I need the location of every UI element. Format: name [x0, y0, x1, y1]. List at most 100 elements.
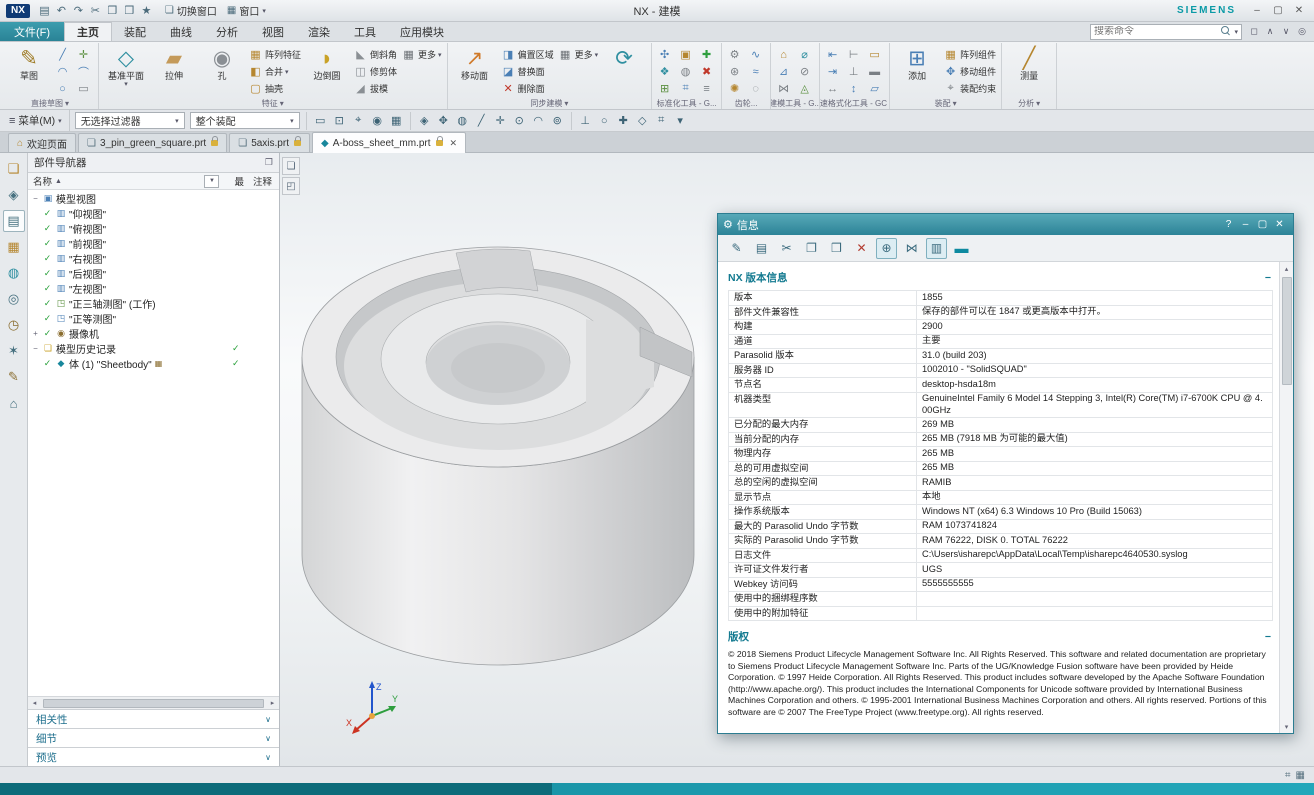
- ribbon-button-small[interactable]: ◫ 修剪体 ▾: [351, 63, 399, 80]
- hd3d-tools-icon[interactable]: ◍: [3, 262, 25, 284]
- tab-file[interactable]: 文件(F): [0, 22, 64, 41]
- history-icon[interactable]: ◷: [3, 314, 25, 336]
- collapse-section-icon[interactable]: ▬: [951, 238, 972, 259]
- selection-icon[interactable]: ✚: [614, 111, 633, 130]
- part-top-slot[interactable]: [456, 249, 538, 292]
- tree-expander[interactable]: +: [30, 329, 41, 338]
- ribbon-button-small[interactable]: ≡ ▾: [697, 80, 718, 97]
- minimize-button[interactable]: –: [1237, 219, 1254, 230]
- tree-checkmark[interactable]: ✓: [41, 358, 54, 369]
- tree-checkmark[interactable]: ✓: [41, 208, 54, 219]
- selection-icon[interactable]: ✛: [491, 111, 510, 130]
- tree-checkmark[interactable]: ✓: [41, 223, 54, 234]
- tree-row[interactable]: ✓ ▥ "右视图": [28, 251, 279, 266]
- model-3d-part[interactable]: [290, 225, 720, 685]
- ribbon-button-small[interactable]: ◬ ▾: [795, 80, 816, 97]
- selection-icon[interactable]: ⊡: [330, 111, 349, 130]
- ribbon-button-small[interactable]: ✣ ▾: [655, 46, 676, 63]
- selection-icon[interactable]: ⌗: [652, 111, 671, 130]
- print-icon[interactable]: ▤: [751, 238, 772, 259]
- tab-close-icon[interactable]: ✕: [450, 138, 458, 149]
- ribbon-button-small[interactable]: ⌖ 装配约束 ▾: [941, 80, 998, 97]
- paste-icon[interactable]: ❒: [826, 238, 847, 259]
- ribbon-button-small[interactable]: ▦ 阵列组件 ▾: [941, 46, 998, 63]
- copy-icon[interactable]: ❐: [801, 238, 822, 259]
- maximize-button[interactable]: ▢: [1254, 219, 1271, 230]
- tree-row[interactable]: − ▣ 模型视图: [28, 191, 279, 206]
- ribbon-button-large[interactable]: ◗ 边倒圆 ▾: [303, 44, 351, 81]
- maximize-button[interactable]: ▢: [1269, 3, 1287, 19]
- ribbon-button-small[interactable]: ≈ ▾: [746, 63, 767, 80]
- info-titlebar[interactable]: ⚙ 信息 ?–▢✕: [718, 214, 1293, 235]
- close-button[interactable]: ✕: [1290, 3, 1308, 19]
- view-tool-icon-bottom[interactable]: ◰: [282, 177, 300, 195]
- ribbon-button-small[interactable]: ⋈ ▾: [774, 80, 795, 97]
- tree-checkmark[interactable]: ✓: [41, 328, 54, 339]
- selection-icon[interactable]: ╱: [472, 111, 491, 130]
- ribbon-button-small[interactable]: ▭ ▾: [74, 80, 95, 97]
- ribbon-button-small[interactable]: ↕ ▾: [844, 80, 865, 97]
- ribbon-tab[interactable]: 应用模块: [388, 22, 456, 41]
- ribbon-button-small[interactable]: ○ ▾: [53, 80, 74, 97]
- part-navigator-icon[interactable]: ▤: [3, 210, 25, 232]
- ribbon-tab[interactable]: 主页: [64, 22, 112, 41]
- selection-icon[interactable]: ◍: [453, 111, 472, 130]
- ribbon-button-large[interactable]: ◇ 基准平面 ▾: [102, 44, 150, 88]
- horizontal-scrollbar[interactable]: ◂ ▸: [28, 696, 279, 709]
- tree-expander[interactable]: −: [30, 344, 41, 353]
- collapse-icon[interactable]: −: [1265, 631, 1271, 643]
- export-to-file-icon[interactable]: ✎: [726, 238, 747, 259]
- ribbon-button-small[interactable]: ∿ ▾: [746, 46, 767, 63]
- ribbon-button-small[interactable]: ◌ ▾: [746, 80, 767, 97]
- column-status[interactable]: 最: [234, 174, 244, 188]
- ribbon-button-small[interactable]: ❖ ▾: [655, 63, 676, 80]
- tree-row[interactable]: ✓ ▥ "左视图": [28, 281, 279, 296]
- constraint-navigator-icon[interactable]: ◈: [3, 184, 25, 206]
- roles-icon[interactable]: ✎: [3, 366, 25, 388]
- tree-checkmark[interactable]: ✓: [41, 298, 54, 309]
- undo-icon[interactable]: ↶: [53, 2, 70, 19]
- selection-icon[interactable]: ◠: [529, 111, 548, 130]
- sidebar-toggle-icon[interactable]: ◻: [1246, 24, 1262, 40]
- scrollbar-thumb[interactable]: [43, 699, 264, 708]
- ribbon-button-small[interactable]: ⌂ ▾: [774, 46, 795, 63]
- scroll-left-icon[interactable]: ◂: [28, 697, 41, 710]
- ribbon-button-small[interactable]: ⊥ ▾: [844, 63, 865, 80]
- view-tool-icon-top[interactable]: ❏: [282, 157, 300, 175]
- selection-icon[interactable]: ◉: [368, 111, 387, 130]
- ribbon-button-small[interactable]: ⊢ ▾: [844, 46, 865, 63]
- ribbon-button-small[interactable]: ✺ ▾: [725, 80, 746, 97]
- graphics-canvas[interactable]: ❏◰: [280, 153, 1314, 766]
- ribbon-button-small[interactable]: ⇤ ▾: [823, 46, 844, 63]
- ribbon-button-small[interactable]: ▦ 更多 ▾: [556, 46, 601, 63]
- ribbon-button-small[interactable]: ✚ ▾: [697, 46, 718, 63]
- selection-icon[interactable]: ⊙: [510, 111, 529, 130]
- save-icon[interactable]: ▤: [36, 2, 53, 19]
- cut-icon[interactable]: ✂: [87, 2, 104, 19]
- tree-row[interactable]: ✓ ◳ "正三轴测图" (工作): [28, 296, 279, 311]
- help-button[interactable]: ?: [1220, 219, 1237, 230]
- tree-checkmark[interactable]: ✓: [41, 283, 54, 294]
- selection-icon[interactable]: ⊚: [548, 111, 567, 130]
- selection-icon[interactable]: ✥: [434, 111, 453, 130]
- close-button[interactable]: ✕: [1271, 219, 1288, 230]
- section-preview[interactable]: 预览 ∨: [28, 747, 279, 766]
- redo-icon[interactable]: ↷: [70, 2, 87, 19]
- ribbon-group-label[interactable]: 标准化工具 - G... ▾: [652, 99, 721, 108]
- ribbon-button-small[interactable]: ▣ ▾: [676, 46, 697, 63]
- switch-window-button[interactable]: ❏ 切换窗口 ▾: [165, 3, 217, 18]
- tree-row[interactable]: ✓ ▥ "俯视图": [28, 221, 279, 236]
- ribbon-button-small[interactable]: ⌀ ▾: [795, 46, 816, 63]
- ribbon-group-label[interactable]: 特征 ▾: [99, 99, 447, 108]
- ribbon-button-small[interactable]: ╱ ▾: [53, 46, 74, 63]
- ribbon-collapse-icon[interactable]: ∧: [1262, 24, 1278, 40]
- tree-expander[interactable]: −: [30, 194, 41, 203]
- ribbon-group-label[interactable]: 同步建模 ▾: [448, 99, 652, 108]
- window-menu-button[interactable]: ▦ 窗口 ▾: [227, 3, 266, 18]
- document-tab[interactable]: ◆ A-boss_sheet_mm.prt ✕: [312, 132, 466, 153]
- ribbon-button-small[interactable]: ▭ ▾: [865, 46, 886, 63]
- ribbon-button-small[interactable]: ⌒ ▾: [74, 63, 95, 80]
- search-input[interactable]: [1094, 26, 1219, 37]
- tree-row[interactable]: ✓ ▥ "前视图": [28, 236, 279, 251]
- tree-row[interactable]: ✓ ◳ "正等测图": [28, 311, 279, 326]
